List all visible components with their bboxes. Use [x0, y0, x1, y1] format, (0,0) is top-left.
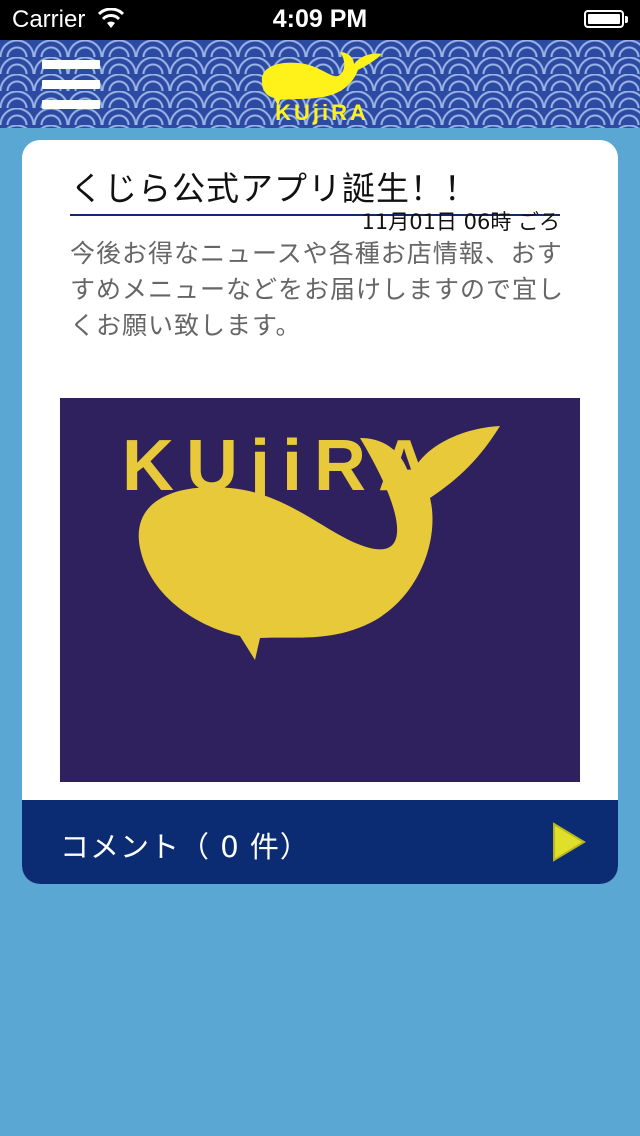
image-logo-text: KUjiRA — [122, 426, 442, 506]
menu-bar-icon — [42, 60, 100, 69]
status-bar: Carrier 4:09 PM — [0, 0, 640, 40]
menu-bar-icon — [42, 100, 100, 109]
logo-text: KUjiRA — [275, 100, 369, 125]
status-time: 4:09 PM — [272, 5, 368, 33]
battery-icon — [584, 10, 628, 28]
play-arrow-icon — [553, 822, 586, 862]
comment-label: コメント（ 0 件） — [60, 830, 310, 864]
news-card: くじら公式アプリ誕生！！ 11月01日 06時 ごろ 今後お得なニュースや各種お… — [22, 140, 618, 884]
comment-button[interactable]: コメント（ 0 件） — [22, 800, 618, 884]
menu-bar-icon — [42, 80, 100, 89]
article-body: 今後お得なニュースや各種お店情報、おすすめメニューなどをお届けしますので宜しくお… — [70, 239, 565, 340]
menu-button[interactable] — [42, 60, 100, 110]
article-date: 11月01日 06時 ごろ — [361, 210, 560, 234]
app-header: KUjiRA — [0, 40, 640, 128]
